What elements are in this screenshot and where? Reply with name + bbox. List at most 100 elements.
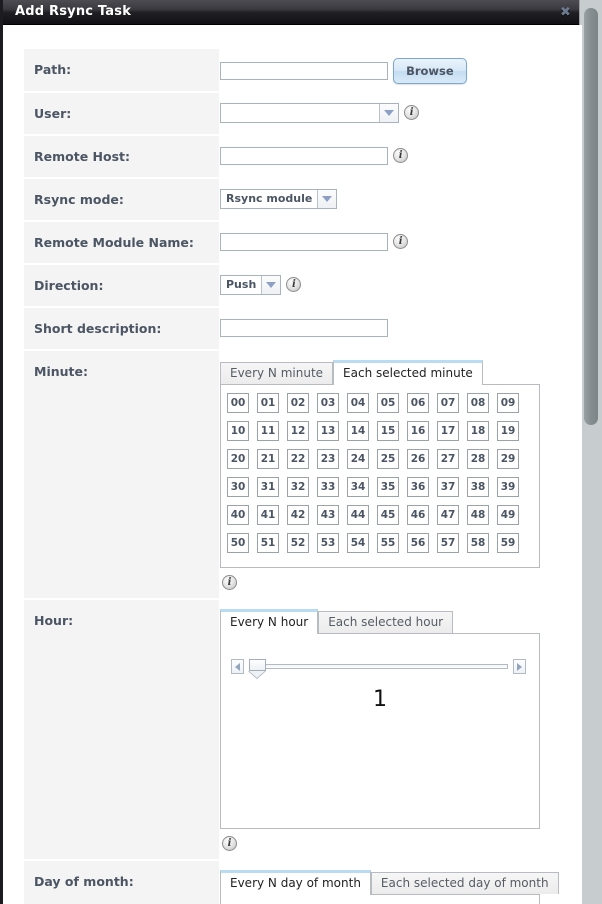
minute-cell[interactable]: 27 [437, 449, 459, 469]
tab-each-selected-day-of-month[interactable]: Each selected day of month [371, 872, 559, 894]
minute-cell[interactable]: 35 [377, 477, 399, 497]
tab-every-n-hour[interactable]: Every N hour [220, 609, 318, 634]
minute-cell[interactable]: 19 [497, 421, 519, 441]
minute-cell[interactable]: 32 [287, 477, 309, 497]
minute-cell[interactable]: 21 [257, 449, 279, 469]
minute-cell[interactable]: 30 [227, 477, 249, 497]
minute-cell[interactable]: 23 [317, 449, 339, 469]
minute-cell[interactable]: 54 [347, 533, 369, 553]
minute-cell[interactable]: 24 [347, 449, 369, 469]
path-input[interactable] [220, 62, 388, 80]
minute-cell[interactable]: 56 [407, 533, 429, 553]
minute-cell[interactable]: 00 [227, 393, 249, 413]
minute-cell[interactable]: 36 [407, 477, 429, 497]
direction-select[interactable]: Push [220, 275, 281, 295]
minute-cell[interactable]: 07 [437, 393, 459, 413]
minute-cell[interactable]: 20 [227, 449, 249, 469]
chevron-down-icon[interactable] [317, 190, 336, 208]
minute-cell[interactable]: 50 [227, 533, 249, 553]
minute-cell[interactable]: 10 [227, 421, 249, 441]
minute-cell[interactable]: 01 [257, 393, 279, 413]
minute-cell[interactable]: 04 [347, 393, 369, 413]
minute-cell[interactable]: 15 [377, 421, 399, 441]
minute-cell[interactable]: 55 [377, 533, 399, 553]
minute-cell[interactable]: 42 [287, 505, 309, 525]
minute-cell[interactable]: 25 [377, 449, 399, 469]
info-icon[interactable]: i [222, 575, 237, 590]
minute-cell[interactable]: 49 [497, 505, 519, 525]
minute-cell[interactable]: 37 [437, 477, 459, 497]
minute-cell[interactable]: 48 [467, 505, 489, 525]
hour-slider-handle[interactable] [249, 659, 266, 671]
minute-cell[interactable]: 13 [317, 421, 339, 441]
info-icon[interactable]: i [393, 148, 408, 163]
label-remote-host: Remote Host: [24, 136, 219, 179]
tab-each-selected-minute[interactable]: Each selected minute [333, 360, 483, 385]
tab-every-n-minute[interactable]: Every N minute [220, 362, 333, 384]
day-of-month-slider-panel: 1 [220, 894, 540, 904]
remote-module-name-input[interactable] [220, 233, 388, 251]
minute-cell[interactable]: 08 [467, 393, 489, 413]
minute-cell[interactable]: 14 [347, 421, 369, 441]
minute-cell[interactable]: 51 [257, 533, 279, 553]
minute-cell[interactable]: 12 [287, 421, 309, 441]
info-icon[interactable]: i [393, 234, 408, 249]
minute-cell[interactable]: 58 [467, 533, 489, 553]
minute-cell[interactable]: 28 [467, 449, 489, 469]
minute-cell[interactable]: 26 [407, 449, 429, 469]
minute-cell[interactable]: 52 [287, 533, 309, 553]
minute-cell[interactable]: 57 [437, 533, 459, 553]
close-icon[interactable]: ✖ [558, 5, 573, 20]
minute-cell[interactable]: 39 [497, 477, 519, 497]
info-icon[interactable]: i [286, 277, 301, 292]
minute-cell[interactable]: 45 [377, 505, 399, 525]
label-remote-module-name: Remote Module Name: [24, 222, 219, 265]
minute-cell[interactable]: 29 [497, 449, 519, 469]
minute-cell[interactable]: 05 [377, 393, 399, 413]
scrollbar-thumb[interactable] [584, 8, 598, 425]
minute-cell[interactable]: 47 [437, 505, 459, 525]
minute-cell[interactable]: 34 [347, 477, 369, 497]
minute-cell[interactable]: 18 [467, 421, 489, 441]
minute-cell[interactable]: 22 [287, 449, 309, 469]
short-description-input[interactable] [220, 319, 388, 337]
info-icon[interactable]: i [222, 836, 237, 851]
form-row-short-description: Short description: [24, 308, 579, 351]
minute-cell[interactable]: 16 [407, 421, 429, 441]
label-hour: Hour: [24, 600, 219, 861]
minute-cell[interactable]: 59 [497, 533, 519, 553]
rsync-mode-select[interactable]: Rsync module [220, 189, 337, 209]
minute-cell[interactable]: 11 [257, 421, 279, 441]
arrow-right-icon[interactable] [513, 659, 526, 674]
minute-cell[interactable]: 38 [467, 477, 489, 497]
minute-cell[interactable]: 44 [347, 505, 369, 525]
user-select[interactable] [220, 103, 399, 123]
minute-cell[interactable]: 06 [407, 393, 429, 413]
info-icon[interactable]: i [404, 105, 419, 120]
form-row-minute: Minute: Every N minute Each selected min… [24, 351, 579, 600]
hour-slider-value: 1 [221, 687, 539, 712]
minute-cell[interactable]: 03 [317, 393, 339, 413]
tab-each-selected-hour[interactable]: Each selected hour [318, 611, 453, 633]
vertical-scrollbar[interactable] [579, 0, 602, 904]
minute-cell[interactable]: 41 [257, 505, 279, 525]
minute-cell[interactable]: 17 [437, 421, 459, 441]
hour-slider-track[interactable] [249, 664, 508, 669]
hour-tabs: Every N hour Each selected hour [220, 609, 579, 633]
minute-cell[interactable]: 31 [257, 477, 279, 497]
hour-slider[interactable] [231, 657, 526, 675]
form-row-day-of-month: Day of month: Every N day of month Each … [24, 861, 579, 904]
minute-cell[interactable]: 33 [317, 477, 339, 497]
arrow-left-icon[interactable] [231, 659, 244, 674]
minute-cell[interactable]: 46 [407, 505, 429, 525]
remote-host-input[interactable] [220, 147, 388, 165]
minute-cell[interactable]: 02 [287, 393, 309, 413]
minute-cell[interactable]: 53 [317, 533, 339, 553]
minute-cell[interactable]: 09 [497, 393, 519, 413]
chevron-down-icon[interactable] [379, 104, 398, 122]
chevron-down-icon[interactable] [261, 276, 280, 294]
minute-cell[interactable]: 43 [317, 505, 339, 525]
browse-button[interactable]: Browse [393, 58, 467, 84]
minute-cell[interactable]: 40 [227, 505, 249, 525]
tab-every-n-day-of-month[interactable]: Every N day of month [220, 870, 371, 895]
